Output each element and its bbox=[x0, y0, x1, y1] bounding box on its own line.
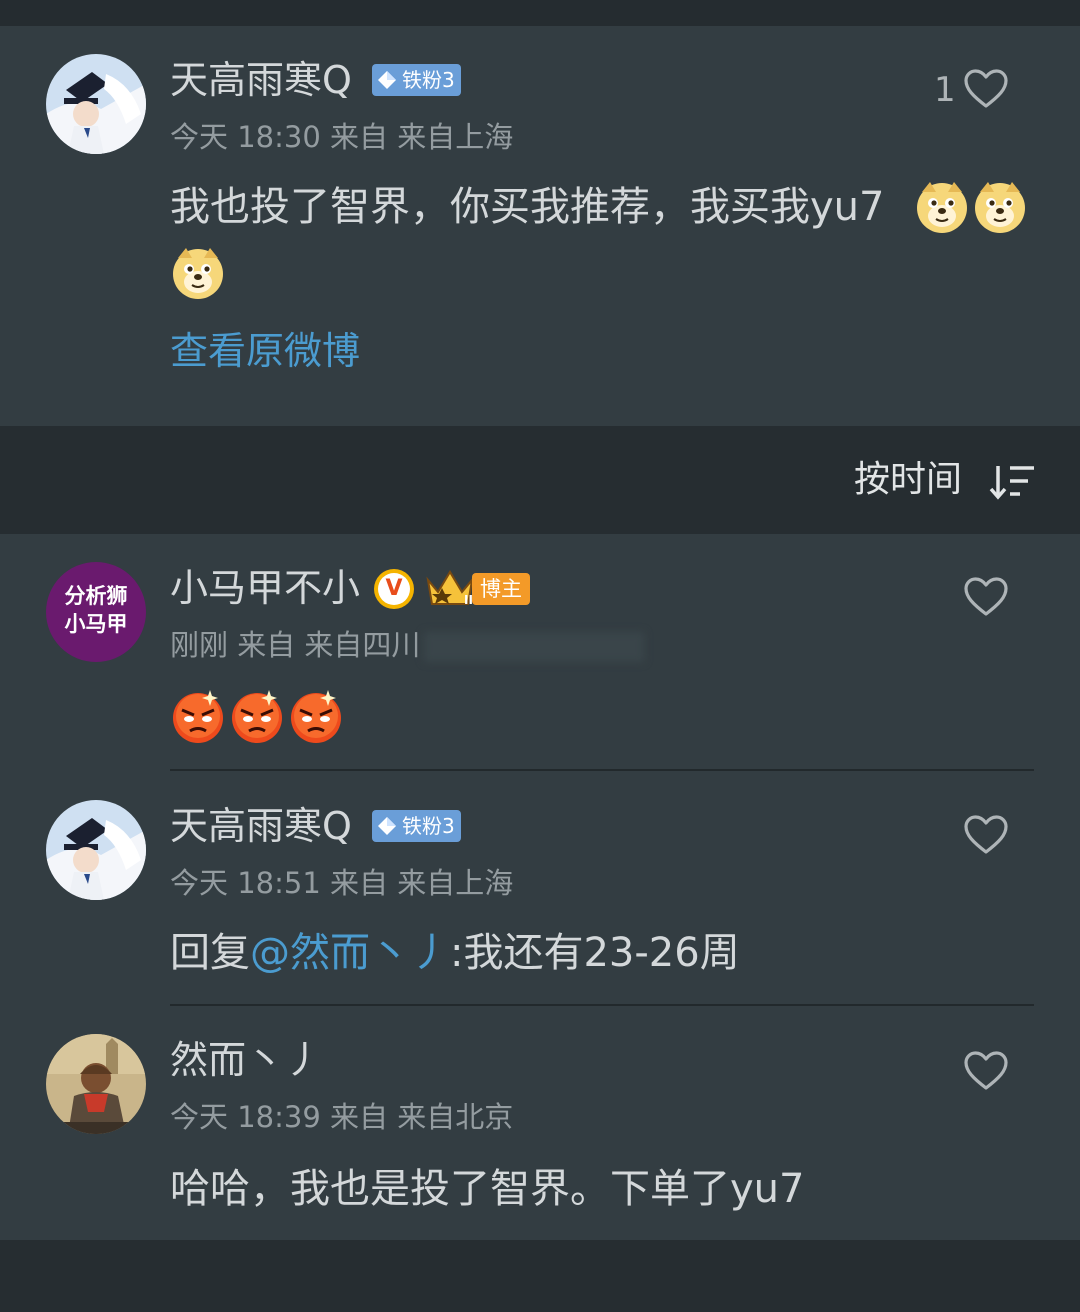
sort-label[interactable]: 按时间 bbox=[854, 458, 962, 502]
verified-letter: V bbox=[385, 576, 403, 601]
angry-face-emoji-icon bbox=[232, 690, 282, 743]
doge-emoji-icon bbox=[975, 182, 1025, 233]
reply-text: :我还有23-26周 bbox=[450, 930, 740, 976]
blogger-badge: 博主 bbox=[472, 573, 530, 605]
like-count: 1 bbox=[934, 70, 956, 110]
blurred-area bbox=[424, 632, 644, 662]
fan-badge-label: 铁粉3 bbox=[402, 814, 455, 838]
angry-face-emoji-icon bbox=[173, 690, 223, 743]
fan-badge: 铁粉3 bbox=[372, 64, 461, 96]
comment-text: 回复@然而丶丿:我还有23-26周 bbox=[170, 928, 740, 978]
comment-meta: 今天 18:39 来自 来自北京 bbox=[170, 1100, 514, 1134]
username[interactable]: 天高雨寒Q bbox=[170, 58, 352, 102]
heart-icon[interactable] bbox=[963, 814, 1009, 856]
avatar-kid-icon bbox=[46, 54, 146, 154]
verified-icon: V bbox=[374, 569, 414, 609]
avatar-warrior-icon bbox=[46, 1034, 146, 1134]
comment-text: 我也投了智界，你买我推荐，我买我yu7 bbox=[170, 184, 885, 230]
comment-meta: 今天 18:30 来自 来自上海 bbox=[170, 120, 514, 154]
avatar[interactable] bbox=[46, 800, 146, 900]
username[interactable]: 天高雨寒Q bbox=[170, 804, 352, 848]
avatar-text-line2: 小马甲 bbox=[64, 612, 128, 636]
angry-face-emoji-icon bbox=[291, 690, 341, 743]
doge-emoji-icon bbox=[173, 248, 223, 299]
mention-link[interactable]: @然而丶丿 bbox=[250, 930, 450, 976]
comment-meta: 刚刚 来自 来自四川 bbox=[170, 628, 421, 662]
divider bbox=[170, 1004, 1034, 1006]
top-strip bbox=[0, 0, 1080, 26]
crown-icon: II bbox=[426, 570, 474, 607]
comment-text: 哈哈，我也是投了智界。下单了yu7 bbox=[170, 1166, 805, 1212]
doge-emoji-icon bbox=[917, 182, 967, 233]
username[interactable]: 然而丶丿 bbox=[170, 1038, 322, 1082]
avatar[interactable] bbox=[46, 1034, 146, 1134]
divider bbox=[170, 769, 1034, 771]
heart-icon[interactable] bbox=[963, 576, 1009, 618]
avatar-kid-icon bbox=[46, 800, 146, 900]
diamond-icon bbox=[378, 71, 396, 89]
view-original-link[interactable]: 查看原微博 bbox=[170, 326, 360, 376]
diamond-icon bbox=[378, 817, 396, 835]
comment-meta: 今天 18:51 来自 来自上海 bbox=[170, 866, 514, 900]
avatar[interactable] bbox=[46, 54, 146, 154]
username[interactable]: 小马甲不小 bbox=[170, 566, 360, 610]
fan-badge: 铁粉3 bbox=[372, 810, 461, 842]
fan-badge-label: 铁粉3 bbox=[402, 68, 455, 92]
bottom-strip bbox=[0, 1240, 1080, 1312]
avatar-text-line1: 分析狮 bbox=[64, 584, 128, 608]
avatar[interactable]: 分析狮 小马甲 bbox=[46, 562, 146, 662]
reply-prefix: 回复 bbox=[170, 930, 250, 976]
heart-icon[interactable] bbox=[963, 68, 1009, 110]
sort-descending-icon[interactable] bbox=[988, 462, 1036, 502]
heart-icon[interactable] bbox=[963, 1050, 1009, 1092]
